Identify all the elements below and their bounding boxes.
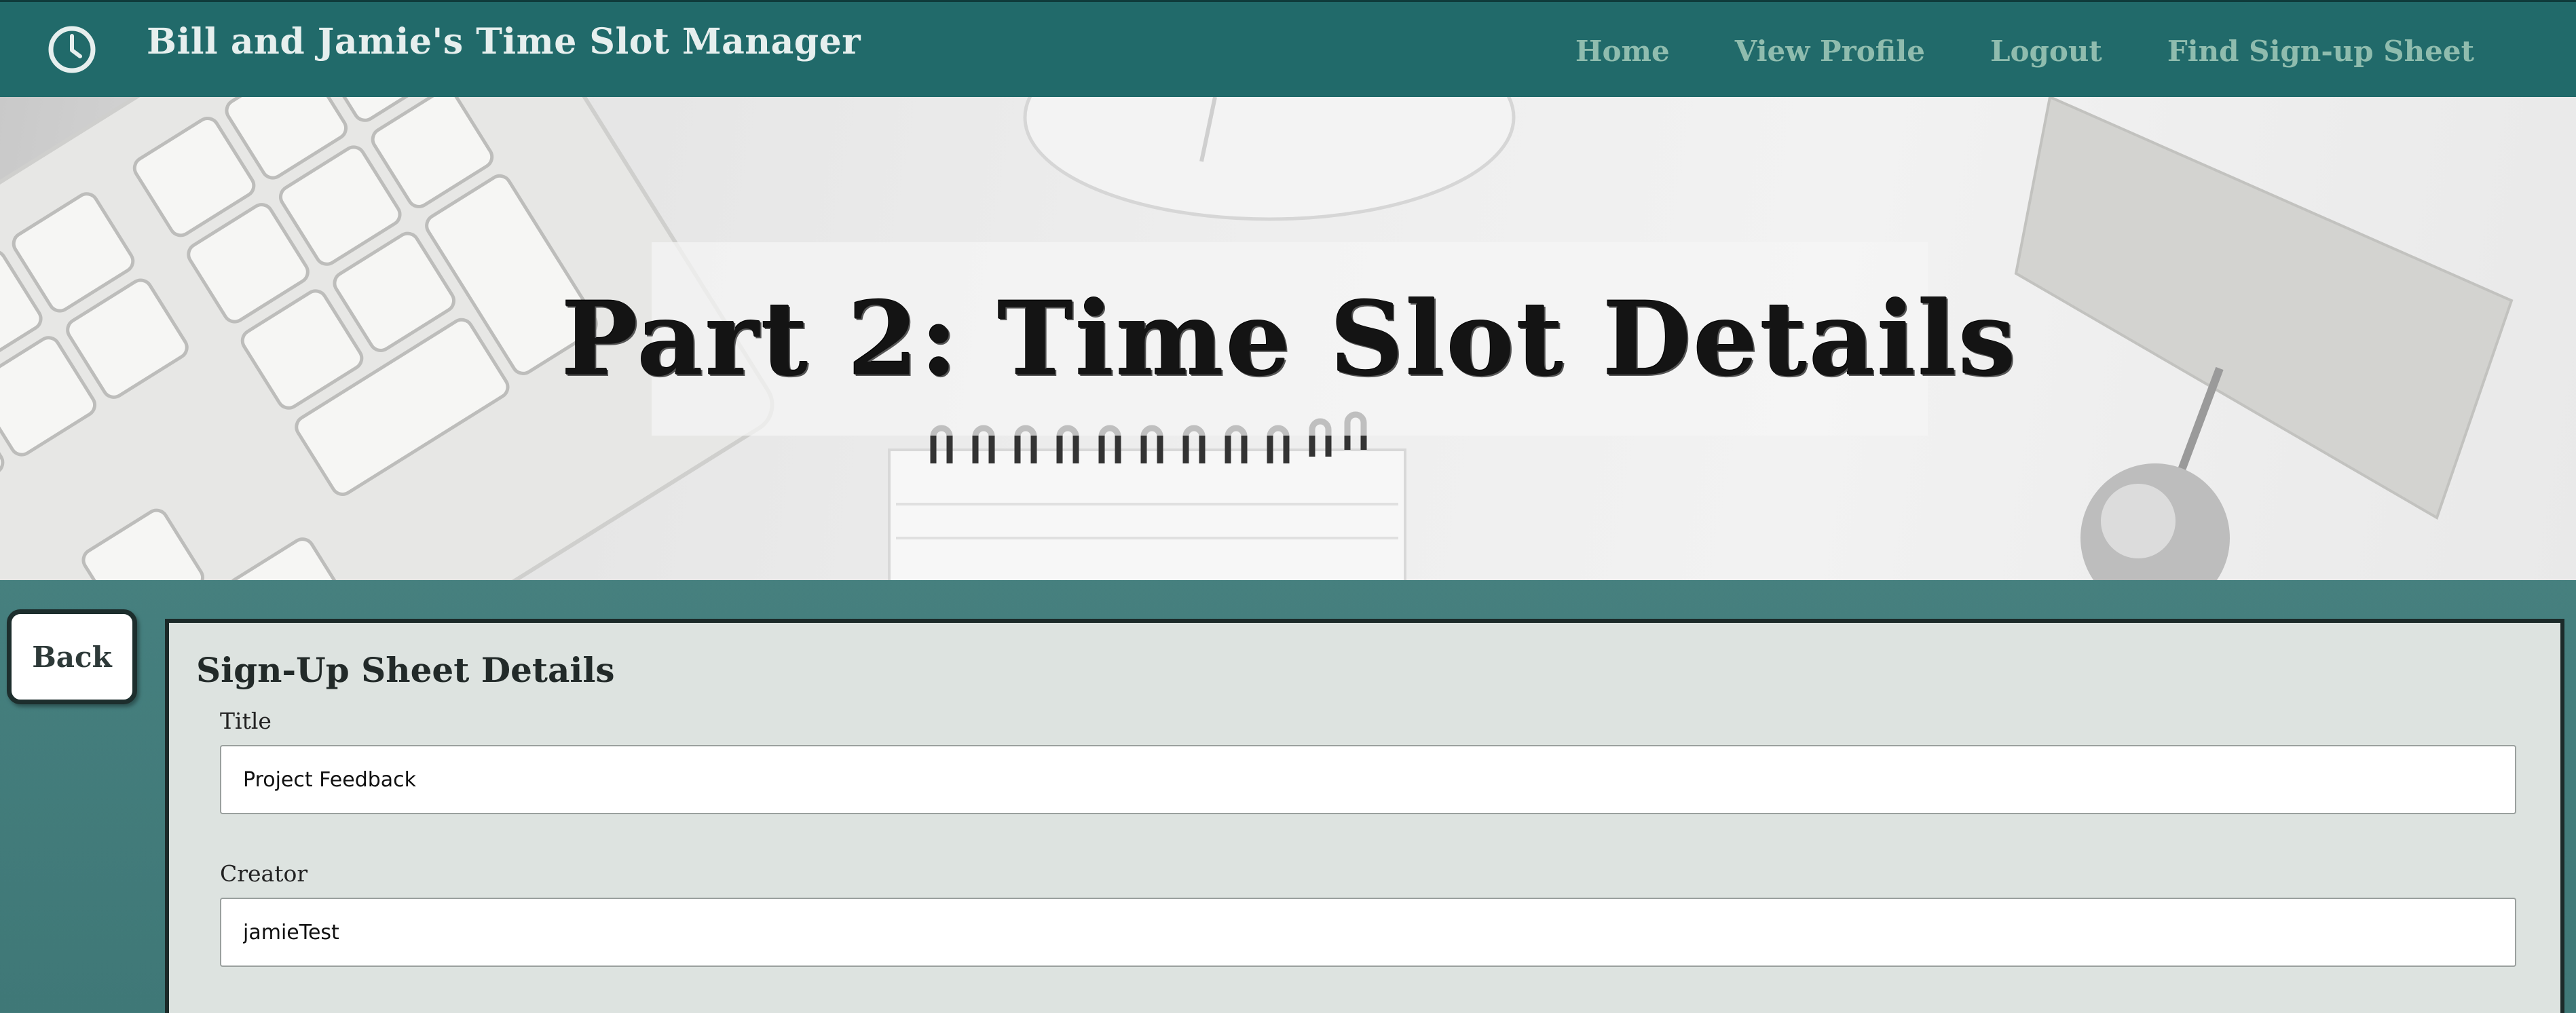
hero-banner: Part 2: Time Slot Details	[0, 97, 2576, 580]
creator-field[interactable]	[220, 898, 2516, 967]
title-label: Title	[220, 708, 272, 734]
nav-home-link[interactable]: Home	[1575, 35, 1670, 68]
top-navbar: Bill and Jamie's Time Slot Manager Home …	[0, 0, 2576, 97]
nav-links: Home View Profile Logout Find Sign-up Sh…	[1575, 35, 2474, 68]
hero-title-box: Part 2: Time Slot Details	[561, 242, 2016, 436]
signup-sheet-details-panel: Sign-Up Sheet Details Title Creator	[165, 619, 2564, 1013]
creator-label: Creator	[220, 860, 308, 887]
page-title: Part 2: Time Slot Details	[561, 279, 2018, 399]
nav-find-signup-sheet-link[interactable]: Find Sign-up Sheet	[2167, 35, 2474, 68]
nav-view-profile-link[interactable]: View Profile	[1735, 35, 1925, 68]
panel-heading: Sign-Up Sheet Details	[196, 650, 615, 690]
clock-icon[interactable]	[48, 25, 96, 74]
nav-logout-link[interactable]: Logout	[1990, 35, 2102, 68]
brand-title[interactable]: Bill and Jamie's Time Slot Manager	[147, 21, 861, 62]
title-field[interactable]	[220, 745, 2516, 814]
back-button[interactable]: Back	[7, 609, 137, 704]
